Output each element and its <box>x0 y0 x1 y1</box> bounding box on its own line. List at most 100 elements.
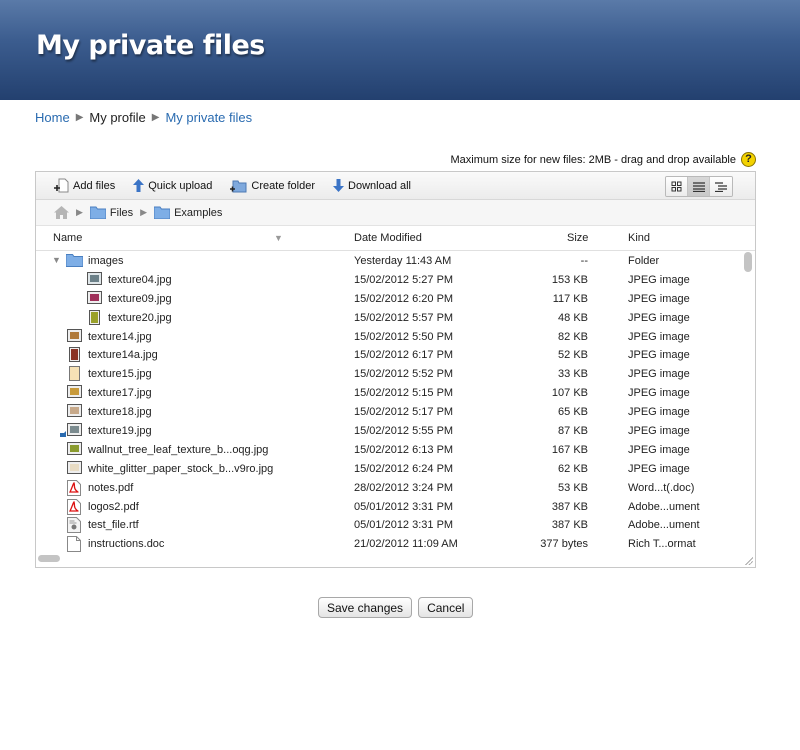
file-kind: Folder <box>628 255 660 267</box>
disclosure-triangle-icon[interactable]: ▼ <box>52 255 61 265</box>
file-date: 15/02/2012 6:13 PM <box>354 443 454 456</box>
horizontal-scroll-thumb[interactable] <box>38 555 60 562</box>
quick-upload-button[interactable]: Quick upload <box>133 179 212 192</box>
breadcrumb-current-link[interactable]: My private files <box>165 110 252 125</box>
view-switcher <box>665 176 733 197</box>
table-row[interactable]: texture18.jpg 15/02/2012 5:17 PM 65 KB J… <box>36 403 741 422</box>
breadcrumb-home-link[interactable]: Home <box>35 110 70 125</box>
table-row[interactable]: test_file.rtf 05/01/2012 3:31 PM 387 KB … <box>36 516 741 535</box>
image-thumbnail-icon <box>67 460 82 474</box>
create-folder-button[interactable]: Create folder <box>230 179 315 193</box>
file-name: texture14.jpg <box>88 330 152 343</box>
download-arrow-icon <box>333 179 345 192</box>
vertical-scrollbar[interactable] <box>742 252 754 551</box>
add-files-button[interactable]: Add files <box>54 178 115 193</box>
file-kind: JPEG image <box>628 406 690 419</box>
file-date: 15/02/2012 6:24 PM <box>354 462 454 475</box>
file-size: 387 KB <box>551 500 588 513</box>
table-row[interactable]: wallnut_tree_leaf_texture_b...oqg.jpg 15… <box>36 441 741 460</box>
help-icon[interactable]: ? <box>741 152 756 167</box>
file-name: texture19.jpg <box>88 425 152 438</box>
date-column-header[interactable]: Date Modified <box>354 232 422 244</box>
image-thumbnail-icon <box>67 404 82 418</box>
file-name: instructions.doc <box>88 538 165 551</box>
size-column-header[interactable]: Size <box>567 232 588 244</box>
file-size: 82 KB <box>558 330 588 343</box>
horizontal-scrollbar[interactable] <box>36 551 755 567</box>
cancel-button[interactable]: Cancel <box>418 597 474 618</box>
file-date: 21/02/2012 11:09 AM <box>354 538 458 551</box>
table-row[interactable]: ▼ images Yesterday 11:43 AM -- Folder <box>36 252 741 271</box>
path-files-label: Files <box>109 206 134 219</box>
tree-view-button[interactable] <box>710 177 732 196</box>
kind-column-header[interactable]: Kind <box>628 232 650 244</box>
icon-view-button[interactable] <box>666 177 688 196</box>
path-files[interactable]: Files <box>89 206 134 219</box>
table-row[interactable]: texture17.jpg 15/02/2012 5:15 PM 107 KB … <box>36 384 741 403</box>
file-size: 117 KB <box>552 292 588 305</box>
grid-view-icon <box>671 181 682 192</box>
file-size: 153 KB <box>551 273 588 286</box>
table-row[interactable]: texture14a.jpg 15/02/2012 6:17 PM 52 KB … <box>36 346 741 365</box>
tree-view-icon <box>715 181 727 192</box>
document-icon <box>67 517 81 534</box>
resize-handle-icon[interactable] <box>744 556 753 565</box>
file-kind: JPEG image <box>628 387 690 400</box>
file-size: -- <box>580 255 588 267</box>
file-name: images <box>88 255 124 267</box>
file-kind: Word...t(.doc) <box>628 481 695 494</box>
table-row[interactable]: texture09.jpg 15/02/2012 6:20 PM 117 KB … <box>36 290 741 309</box>
file-date: 15/02/2012 5:52 PM <box>354 368 454 381</box>
file-date: 05/01/2012 3:31 PM <box>354 519 454 532</box>
folder-icon <box>154 206 171 219</box>
table-row[interactable]: texture04.jpg 15/02/2012 5:27 PM 153 KB … <box>36 271 741 290</box>
table-row[interactable]: texture19.jpg 15/02/2012 5:55 PM 87 KB J… <box>36 422 741 441</box>
quick-upload-label: Quick upload <box>148 179 213 192</box>
image-thumbnail-icon <box>87 290 102 304</box>
breadcrumb-profile: My profile <box>89 110 146 125</box>
table-row[interactable]: texture20.jpg 15/02/2012 5:57 PM 48 KB J… <box>36 309 741 328</box>
file-name: test_file.rtf <box>88 519 139 532</box>
breadcrumb-separator-icon: ▶ <box>151 112 160 123</box>
table-row[interactable]: notes.pdf 28/02/2012 3:24 PM 53 KB Word.… <box>36 479 741 498</box>
file-kind: JPEG image <box>628 330 690 343</box>
image-thumbnail-icon <box>69 366 80 382</box>
file-date: 15/02/2012 5:17 PM <box>354 406 454 419</box>
image-thumbnail-icon <box>67 385 82 399</box>
add-files-label: Add files <box>73 179 116 192</box>
download-all-button[interactable]: Download all <box>333 179 411 192</box>
file-name: white_glitter_paper_stock_b...v9ro.jpg <box>88 462 274 475</box>
home-icon[interactable] <box>54 206 69 219</box>
path-examples[interactable]: Examples <box>154 206 222 219</box>
image-thumbnail-icon <box>67 441 82 455</box>
file-name: wallnut_tree_leaf_texture_b...oqg.jpg <box>88 443 269 456</box>
table-row[interactable]: texture15.jpg 15/02/2012 5:52 PM 33 KB J… <box>36 365 741 384</box>
file-size: 52 KB <box>558 349 588 362</box>
file-size: 48 KB <box>558 311 588 324</box>
file-size: 53 KB <box>558 481 588 494</box>
path-separator-icon: ▶ <box>76 207 83 217</box>
alias-arrow-icon <box>60 431 66 438</box>
breadcrumb-separator-icon: ▶ <box>75 112 84 123</box>
path-bar: ▶ Files ▶ Examples <box>36 200 755 226</box>
vertical-scroll-thumb[interactable] <box>744 252 752 272</box>
file-name: texture15.jpg <box>88 368 152 381</box>
path-separator-icon: ▶ <box>140 207 148 217</box>
list-view-button[interactable] <box>688 177 710 196</box>
file-kind: Adobe...ument <box>628 519 700 532</box>
file-date: 15/02/2012 5:27 PM <box>354 273 454 286</box>
table-row[interactable]: white_glitter_paper_stock_b...v9ro.jpg 1… <box>36 460 741 479</box>
file-kind: JPEG image <box>628 425 690 438</box>
name-column-header[interactable]: Name <box>53 232 82 244</box>
table-row[interactable]: logos2.pdf 05/01/2012 3:31 PM 387 KB Ado… <box>36 498 741 517</box>
column-header: Name ▼ Date Modified Size Kind <box>36 226 755 251</box>
table-row[interactable]: texture14.jpg 15/02/2012 5:50 PM 82 KB J… <box>36 328 741 347</box>
new-folder-icon <box>230 180 247 192</box>
save-changes-button[interactable]: Save changes <box>318 597 413 618</box>
file-size: 107 KB <box>551 387 588 400</box>
file-name: texture04.jpg <box>108 273 172 286</box>
file-kind: JPEG image <box>628 368 690 381</box>
file-size: 87 KB <box>558 425 588 438</box>
sort-arrow-icon[interactable]: ▼ <box>274 233 283 243</box>
file-name: texture20.jpg <box>108 311 172 324</box>
